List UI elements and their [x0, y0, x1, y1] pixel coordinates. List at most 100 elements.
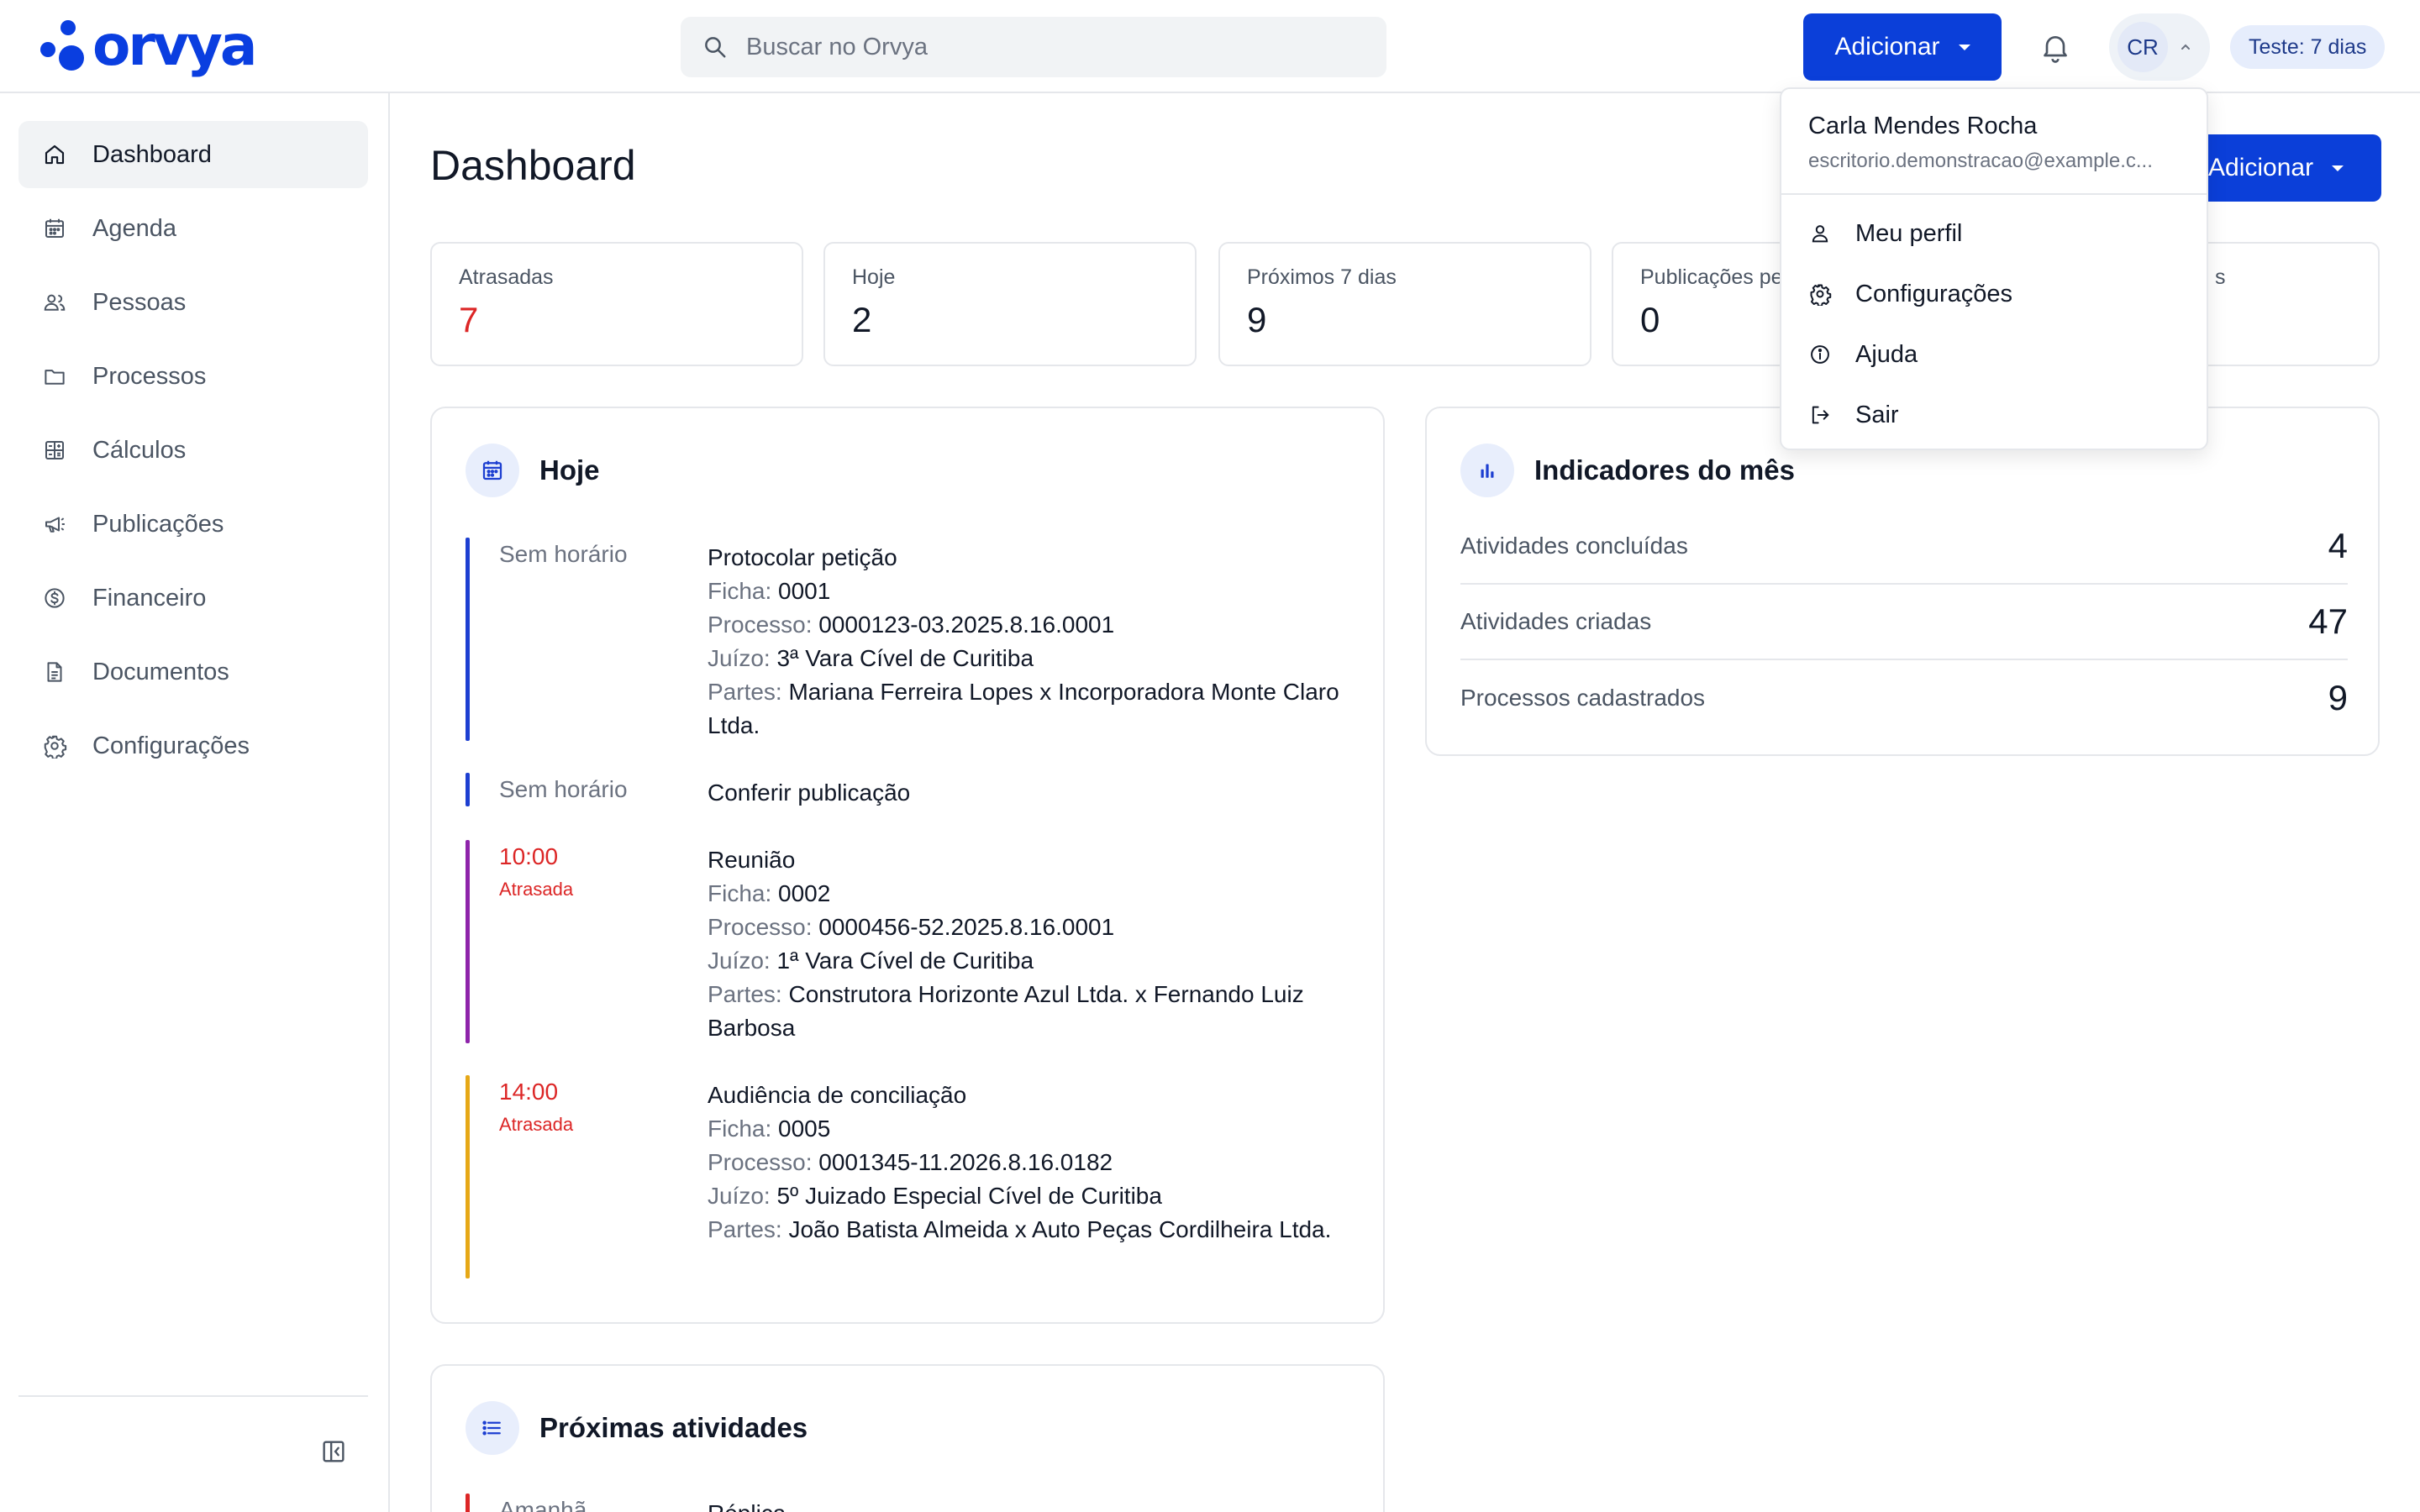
indicator-value: 9 — [2328, 678, 2348, 717]
megaphone-icon — [45, 517, 65, 533]
event-color-bar — [466, 1494, 470, 1512]
event-details: Reunião Ficha: 0002 Processo: 0000456-52… — [708, 843, 1346, 1045]
trial-badge[interactable]: Teste: 7 dias — [2230, 25, 2386, 69]
event-partes: Partes: João Batista Almeida x Auto Peça… — [708, 1216, 1332, 1242]
sidebar-item-label: Financeiro — [92, 584, 207, 612]
event-ficha: Ficha: 0002 — [708, 880, 831, 906]
stat-label: Hoje — [852, 265, 896, 289]
search-icon — [705, 37, 726, 58]
chevron-up-icon — [2181, 44, 2190, 50]
gear-icon — [1810, 284, 1832, 306]
add-button-label: Adicionar — [2208, 154, 2314, 181]
search-box[interactable] — [681, 17, 1386, 77]
add-button-label: Adicionar — [1834, 33, 1940, 60]
stat-value: 2 — [852, 300, 872, 339]
menu-item-label: Configurações — [1855, 280, 2012, 307]
stat-card-hoje[interactable]: Hoje 2 — [823, 242, 1197, 366]
caret-down-icon — [2332, 165, 2344, 171]
event-item[interactable]: 10:00 Atrasada Reunião Ficha: 0002 Proce… — [466, 840, 1339, 1043]
event-item[interactable]: Sem horário Protocolar petição Ficha: 00… — [466, 538, 1339, 741]
people-icon — [44, 294, 66, 311]
event-item[interactable]: Sem horário Conferir publicação — [466, 773, 1339, 808]
event-time: Sem horário — [499, 776, 628, 802]
event-color-bar — [466, 773, 470, 806]
event-item[interactable]: 14:00 Atrasada Audiência de conciliação … — [466, 1075, 1339, 1278]
menu-item-sair[interactable]: Sair — [1808, 391, 2186, 438]
sidebar-item-agenda[interactable]: Agenda — [18, 195, 368, 262]
sidebar-item-calculos[interactable]: Cálculos — [18, 417, 368, 484]
calendar-icon — [45, 218, 64, 238]
document-icon — [47, 662, 62, 682]
stat-card-proximos-7-dias[interactable]: Próximos 7 dias 9 — [1218, 242, 1591, 366]
today-card: Hoje Sem horário Protocolar petição Fich… — [430, 407, 1385, 1324]
indicators-card-header: Indicadores do mês — [1460, 444, 1795, 497]
event-processo: Processo: 0000456-52.2025.8.16.0001 — [708, 914, 1115, 940]
indicator-label: Atividades concluídas — [1460, 533, 1688, 559]
user-menu-toggle[interactable]: CR — [2109, 13, 2210, 81]
event-title: Conferir publicação — [708, 780, 911, 806]
sidebar-item-configuracoes[interactable]: Configurações — [18, 712, 368, 780]
event-details: Réplica — [708, 1497, 1346, 1512]
today-card-header: Hoje — [466, 444, 600, 497]
dollar-circle-icon — [45, 588, 65, 608]
add-button-top[interactable]: Adicionar — [1803, 13, 2002, 81]
bell-icon[interactable] — [2039, 30, 2072, 64]
sidebar: Dashboard Agenda Pessoas Processos Cálcu… — [0, 93, 390, 1512]
indicator-label: Processos cadastrados — [1460, 685, 1706, 711]
sidebar-item-label: Documentos — [92, 658, 229, 685]
sidebar-item-label: Agenda — [92, 214, 176, 242]
event-details: Conferir publicação — [708, 776, 1346, 810]
menu-item-label: Sair — [1855, 401, 1899, 428]
menu-item-ajuda[interactable]: Ajuda — [1808, 331, 2186, 378]
event-title: Protocolar petição — [708, 544, 897, 570]
calculator-icon — [45, 441, 64, 459]
sidebar-item-financeiro[interactable]: Financeiro — [18, 564, 368, 632]
indicator-label: Atividades criadas — [1460, 608, 1652, 634]
sidebar-item-publicacoes[interactable]: Publicações — [18, 491, 368, 558]
menu-item-meu-perfil[interactable]: Meu perfil — [1808, 210, 2186, 257]
event-title: Reunião — [708, 847, 796, 873]
event-details: Protocolar petição Ficha: 0001 Processo:… — [708, 541, 1346, 743]
sidebar-item-label: Publicações — [92, 510, 224, 538]
upcoming-card: Próximas atividades Amanhã Réplica — [430, 1364, 1385, 1512]
event-processo: Processo: 0001345-11.2026.8.16.0182 — [708, 1149, 1113, 1175]
upcoming-card-header: Próximas atividades — [466, 1401, 808, 1455]
menu-item-configuracoes[interactable]: Configurações — [1808, 270, 2186, 318]
caret-down-icon — [1958, 44, 1970, 50]
sidebar-item-processos[interactable]: Processos — [18, 343, 368, 410]
menu-divider — [1781, 193, 2207, 195]
event-details: Audiência de conciliação Ficha: 0005 Pro… — [708, 1079, 1346, 1247]
sidebar-collapse-icon[interactable] — [319, 1437, 348, 1466]
bar-chart-icon — [1460, 444, 1514, 497]
gear-icon — [44, 735, 67, 759]
orvya-logo[interactable]: orvya — [39, 18, 257, 74]
stat-value: 9 — [1247, 300, 1267, 339]
sidebar-item-pessoas[interactable]: Pessoas — [18, 269, 368, 336]
event-juizo: Juízo: 1ª Vara Cível de Curitiba — [708, 948, 1034, 974]
menu-item-label: Meu perfil — [1855, 219, 1963, 247]
user-icon — [1812, 225, 1828, 243]
indicator-row: Atividades concluídas 4 — [1460, 509, 2348, 585]
event-time: Amanhã — [499, 1497, 587, 1512]
indicators-card-title: Indicadores do mês — [1534, 454, 1795, 486]
sidebar-item-label: Configurações — [92, 732, 250, 759]
logo-dots-icon — [39, 18, 87, 74]
sidebar-item-label: Processos — [92, 362, 207, 390]
indicator-row: Atividades criadas 47 — [1460, 585, 2348, 660]
logout-icon — [1812, 406, 1829, 424]
sidebar-item-dashboard[interactable]: Dashboard — [18, 121, 368, 188]
event-partes: Partes: Construtora Horizonte Azul Ltda.… — [708, 981, 1304, 1041]
user-menu-dropdown: Carla Mendes Rocha escritorio.demonstrac… — [1780, 87, 2208, 450]
stat-label: Atrasadas — [459, 265, 554, 289]
event-status-late: Atrasada — [499, 1114, 574, 1135]
search-input[interactable] — [746, 33, 1351, 61]
add-button-main[interactable]: Adicionar — [2185, 134, 2381, 202]
event-status-late: Atrasada — [499, 879, 574, 900]
sidebar-item-label: Pessoas — [92, 288, 187, 316]
event-juizo: Juízo: 3ª Vara Cível de Curitiba — [708, 645, 1034, 671]
sidebar-item-documentos[interactable]: Documentos — [18, 638, 368, 706]
stat-card-atrasadas[interactable]: Atrasadas 7 — [430, 242, 803, 366]
menu-item-label: Ajuda — [1855, 340, 1918, 368]
event-item[interactable]: Amanhã Réplica — [466, 1494, 1339, 1512]
indicator-value: 4 — [2328, 526, 2348, 565]
